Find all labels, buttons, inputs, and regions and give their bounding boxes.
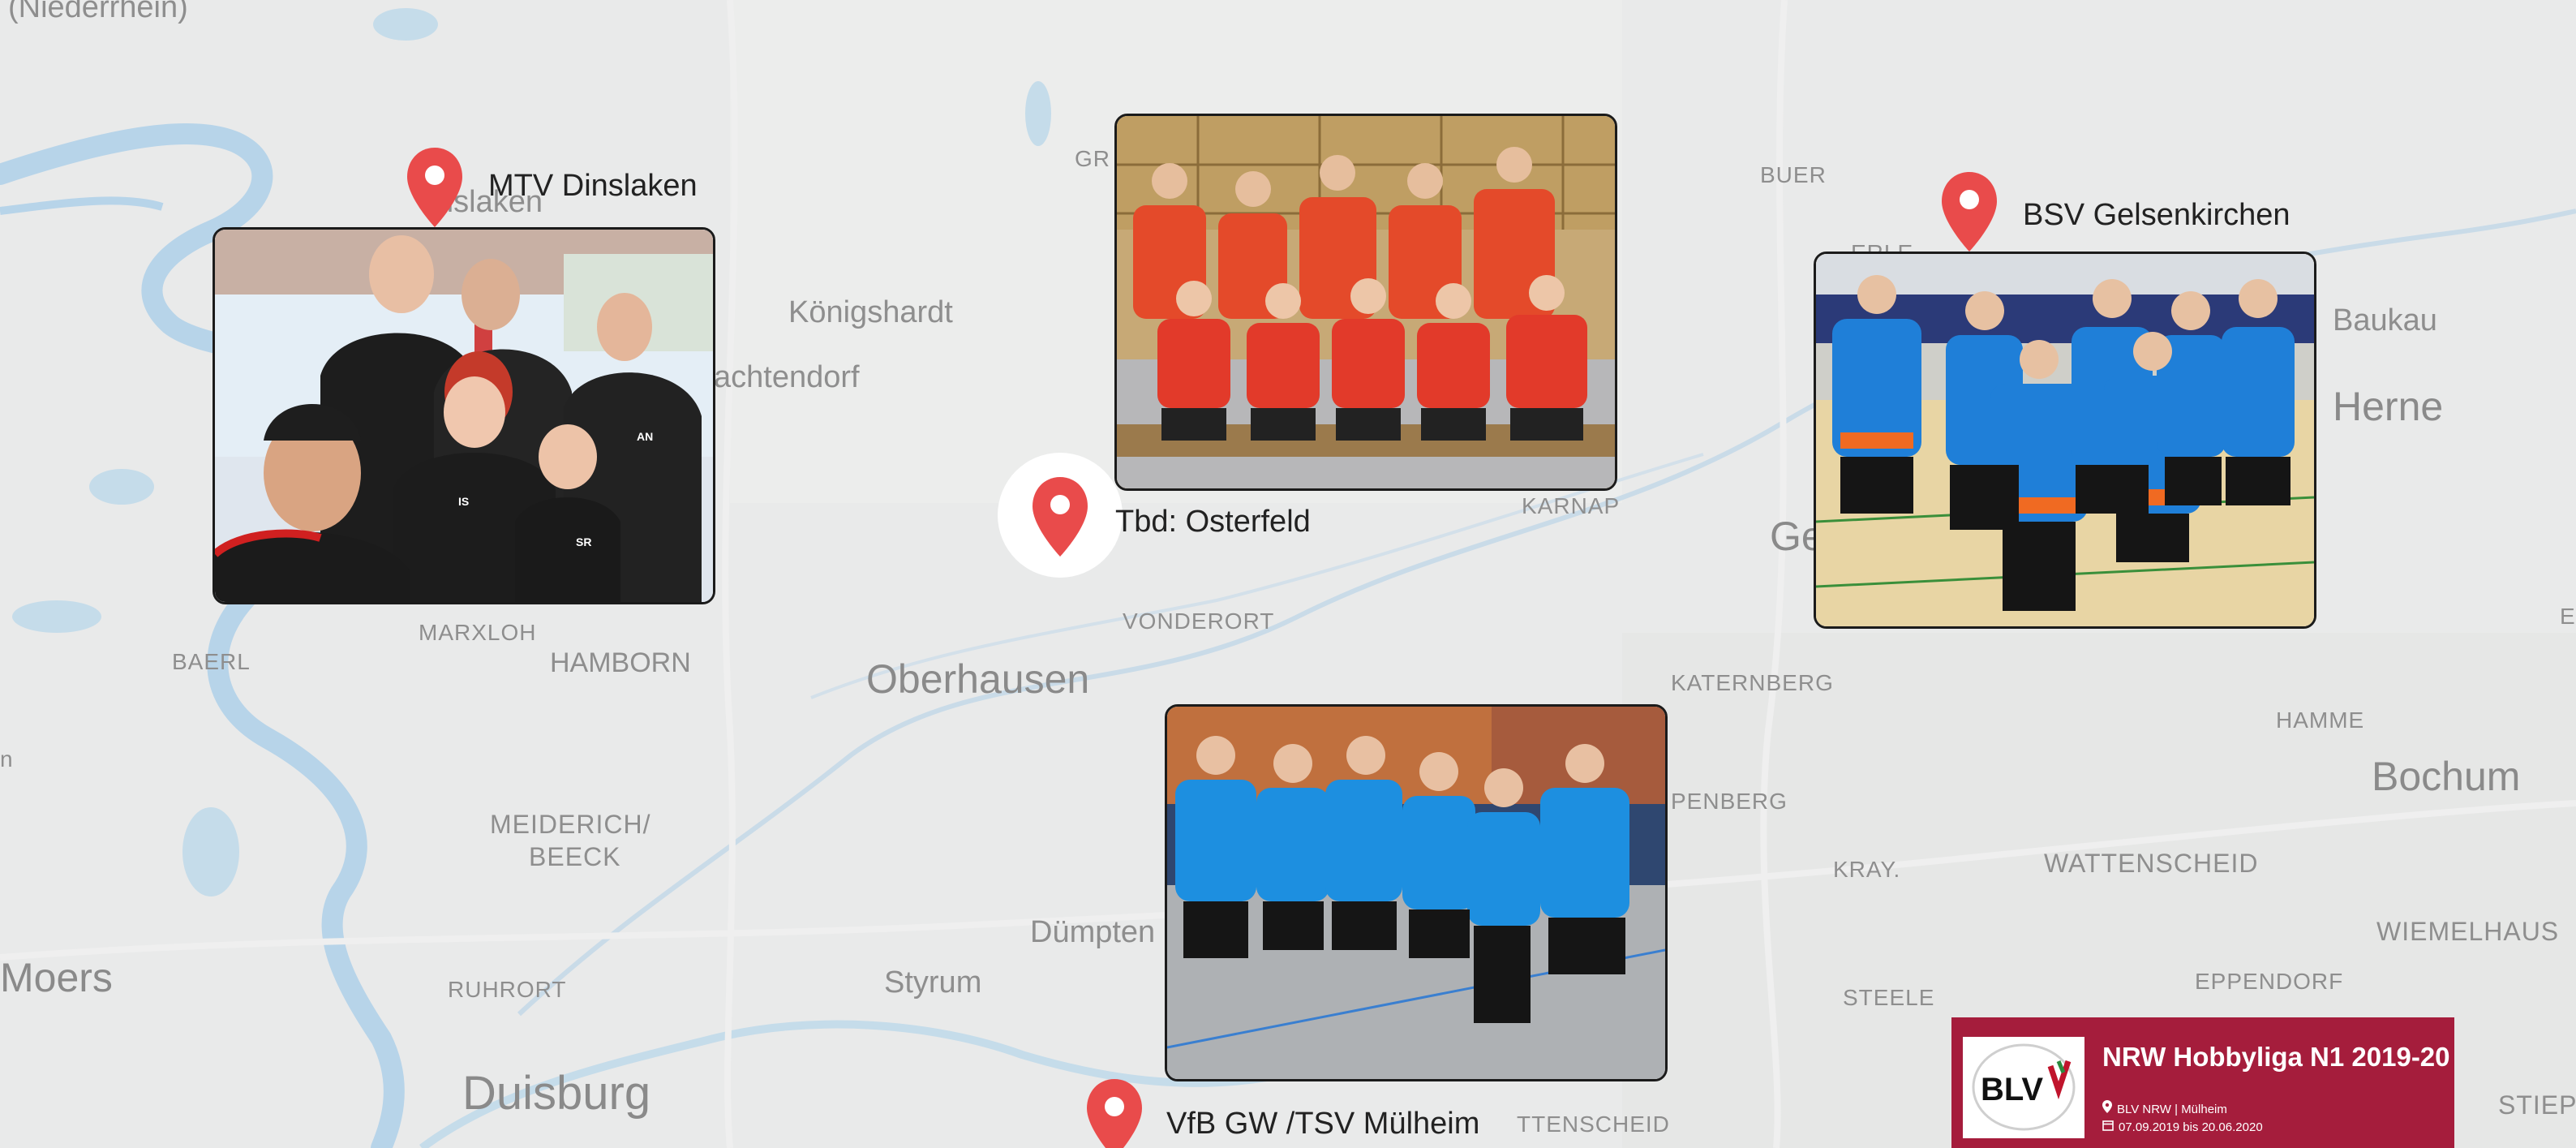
place-label-herne: Herne	[2333, 384, 2444, 429]
place-label-baukau: Baukau	[2333, 303, 2437, 338]
place-label-niederrhein: (Niederrhein)	[8, 0, 188, 24]
place-label-oberhausen: Oberhausen	[866, 656, 1090, 702]
place-label-duempten: Dümpten	[1030, 915, 1156, 949]
place-label-attenscheid: TTENSCHEID	[1517, 1111, 1670, 1137]
place-label-kray: KRAY.	[1833, 857, 1901, 882]
place-label-vonderort: VONDERORT	[1123, 608, 1275, 634]
team-photo-osterfeld-image	[1117, 116, 1615, 488]
place-label-wattenscheid: WATTENSCHEID	[2044, 849, 2259, 878]
marker-label-bsv: BSV Gelsenkirchen	[2023, 198, 2290, 232]
team-photo-osterfeld[interactable]	[1114, 114, 1617, 491]
place-label-bochum: Bochum	[2372, 754, 2521, 799]
event-dates-row: 07.09.2019 bis 20.06.2020	[2102, 1120, 2263, 1134]
place-label-hamborn: HAMBORN	[550, 647, 691, 678]
place-label-katernberg: KATERNBERG	[1671, 670, 1834, 695]
place-label-sachtendorf: achtendorf	[714, 360, 860, 394]
place-label-marxloh: MARXLOH	[419, 620, 537, 645]
blv-logo-image: BLV	[1963, 1037, 2084, 1138]
event-dates: 07.09.2019 bis 20.06.2020	[2119, 1120, 2263, 1134]
team-photo-bsv-gelsenkirchen[interactable]	[1814, 252, 2316, 629]
place-label-buer: BUER	[1760, 162, 1827, 187]
place-label-wiemelhaus: WIEMELHAUS	[2376, 917, 2560, 946]
map-pin-icon	[1942, 172, 1997, 252]
location-icon	[2102, 1100, 2112, 1116]
place-label-styrum: Styrum	[884, 965, 982, 1000]
place-label-ruhrort: RUHRORT	[448, 977, 567, 1002]
place-label-koenigshardt: Königshardt	[788, 295, 953, 329]
blv-logo-text: BLV	[1981, 1072, 2043, 1107]
event-card[interactable]: BLV NRW Hobbyliga N1 2019-20 BLV NRW | M…	[1951, 1017, 2454, 1148]
place-label-n-edge: n	[0, 746, 14, 772]
blv-logo: BLV	[1963, 1037, 2084, 1138]
map-pin-icon	[1087, 1079, 1142, 1148]
team-photo-bsv-image	[1816, 254, 2314, 626]
marker-label-mtv: MTV Dinslaken	[488, 169, 698, 203]
place-label-stiepe: STIEPE	[2498, 1090, 2576, 1120]
place-label-gr: GR	[1075, 146, 1110, 171]
place-label-karnap: KARNAP	[1522, 493, 1621, 518]
place-label-baerl: BAERL	[172, 649, 251, 674]
place-label-penberg: PENBERG	[1671, 789, 1788, 814]
place-label-beeck: BEECK	[529, 842, 621, 871]
place-label-hamme: HAMME	[2276, 707, 2365, 733]
event-location-row: BLV NRW | Mülheim	[2102, 1100, 2227, 1116]
event-title: NRW Hobbyliga N1 2019-20	[2102, 1042, 2450, 1072]
map-canvas[interactable]: (Niederrhein) nslaken Königshardt achten…	[0, 0, 2576, 1148]
marker-label-vfb: VfB GW /TSV Mülheim	[1166, 1107, 1480, 1141]
calendar-icon	[2102, 1120, 2114, 1134]
map-pin-icon	[407, 148, 462, 227]
team-photo-vfb-muelheim[interactable]	[1165, 704, 1668, 1081]
jersey-initials-an: AN	[637, 430, 653, 443]
team-photo-mtv-dinslaken[interactable]: AN IS SR	[213, 227, 715, 604]
team-photo-vfb-image	[1167, 707, 1665, 1079]
place-label-eppendorf: EPPENDORF	[2195, 969, 2344, 994]
place-label-duisburg: Duisburg	[462, 1067, 651, 1120]
jersey-initials-sr: SR	[576, 535, 591, 548]
jersey-initials-is: IS	[458, 495, 469, 508]
place-label-e-edge: E	[2560, 604, 2576, 629]
event-location: BLV NRW | Mülheim	[2117, 1103, 2227, 1116]
map-pin-icon	[1033, 477, 1088, 557]
place-label-moers: Moers	[0, 955, 113, 1000]
team-photo-mtv-image: AN IS SR	[215, 230, 713, 602]
place-label-steele: STEELE	[1843, 985, 1935, 1010]
place-label-meiderich: MEIDERICH/	[490, 810, 651, 839]
marker-label-tbd: Tbd: Osterfeld	[1115, 505, 1311, 539]
